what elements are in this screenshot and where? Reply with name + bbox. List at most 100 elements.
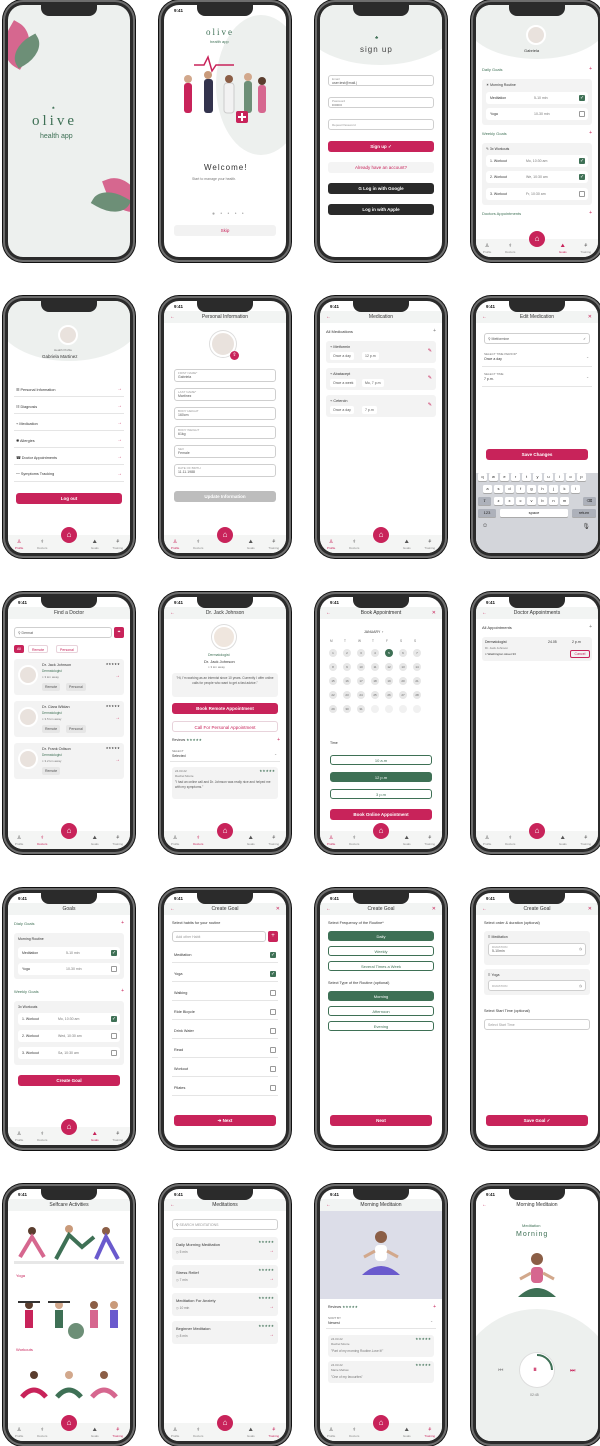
back-icon[interactable]: ← xyxy=(482,1199,487,1211)
type-option[interactable]: Afternoon xyxy=(328,1006,434,1016)
key-k[interactable]: k xyxy=(560,485,569,493)
pager-dots[interactable]: ● • • • • xyxy=(212,211,246,217)
edit-icon[interactable]: ✎ xyxy=(428,402,432,408)
close-icon[interactable]: ✕ xyxy=(432,607,436,619)
tab-goals[interactable]: ⛰ Goals xyxy=(559,835,567,846)
review-sort-select[interactable]: SELECT Selected ⌄ xyxy=(170,748,280,762)
tab-goals[interactable]: ⛰ Goals xyxy=(247,835,255,846)
close-icon[interactable]: ✕ xyxy=(276,903,280,915)
tab-doctors[interactable]: ⚕ Doctors xyxy=(193,539,203,550)
home-button[interactable]: ⌂ xyxy=(373,527,389,543)
calendar-day[interactable]: 3 xyxy=(357,649,365,657)
goal-checkbox[interactable]: ✓ xyxy=(579,95,585,101)
tab-doctors[interactable]: ⚕ Doctors xyxy=(37,1427,47,1438)
key-u[interactable]: u xyxy=(544,473,553,481)
tab-profile[interactable]: ♙ Profile xyxy=(327,1427,336,1438)
calendar-day[interactable]: 29 xyxy=(329,705,337,713)
arrow-right-icon[interactable]: → xyxy=(115,673,120,679)
key-s[interactable]: s xyxy=(494,485,503,493)
previous-icon[interactable]: ⏮ xyxy=(498,1368,503,1375)
close-icon[interactable]: ✕ xyxy=(588,311,592,323)
review-sort-select[interactable]: SORT BY Newest ⌄ xyxy=(326,1315,436,1329)
info-field[interactable]: LAST NAME* Martinez xyxy=(174,388,276,401)
back-icon[interactable]: ← xyxy=(482,903,487,915)
add-review-icon[interactable]: + xyxy=(277,737,280,743)
key-f[interactable]: f xyxy=(516,485,525,493)
tab-goals[interactable]: ⛰ Goals xyxy=(403,539,411,550)
calendar-day[interactable]: 22 xyxy=(329,691,337,699)
tab-doctors[interactable]: ⚕ Doctors xyxy=(37,835,47,846)
calendar-day[interactable]: 8 xyxy=(329,663,337,671)
email-field[interactable]: Email user.test@mail.| xyxy=(328,75,434,86)
start-time-field[interactable]: Select Start Time xyxy=(484,1019,590,1030)
shift-key-icon[interactable]: ⇧ xyxy=(478,497,491,505)
backspace-key-icon[interactable]: ⌫ xyxy=(583,497,596,505)
tab-profile[interactable]: ♙ Profile xyxy=(171,835,180,846)
goal-checkbox[interactable]: ✓ xyxy=(579,174,585,180)
key-p[interactable]: p xyxy=(577,473,586,481)
add-icon[interactable]: + xyxy=(121,988,124,994)
key-x[interactable]: x xyxy=(505,497,514,505)
tab-doctors[interactable]: ⚕ Doctors xyxy=(193,835,203,846)
habit-checkbox[interactable] xyxy=(270,1028,276,1034)
tab-profile[interactable]: ♙ Profile xyxy=(483,243,492,254)
tab-goals[interactable]: ⛰ Goals xyxy=(91,539,99,550)
back-icon[interactable]: ← xyxy=(326,1199,331,1211)
update-button[interactable]: Update Information xyxy=(174,491,276,502)
medication-name-field[interactable]: ⚲ Metformine ✓ xyxy=(484,333,590,344)
filter-chip[interactable]: Personal xyxy=(56,645,78,653)
home-button[interactable]: ⌂ xyxy=(61,1415,77,1431)
key-y[interactable]: y xyxy=(533,473,542,481)
calendar-day[interactable]: 20 xyxy=(399,677,407,685)
info-field[interactable]: FIRST NAME* Gabriela xyxy=(174,369,276,382)
tab-profile[interactable]: ♙ Profile xyxy=(15,1131,24,1142)
close-icon[interactable]: ✕ xyxy=(588,903,592,915)
space-key[interactable]: space xyxy=(500,509,568,517)
habit-checkbox[interactable] xyxy=(270,1047,276,1053)
edit-icon[interactable]: ✎ xyxy=(428,375,432,381)
goal-checkbox[interactable] xyxy=(111,1033,117,1039)
key-t[interactable]: t xyxy=(522,473,531,481)
tab-goals[interactable]: ⛰ Goals xyxy=(403,1427,411,1438)
save-goal-button[interactable]: Save Goal ✓ xyxy=(486,1115,588,1126)
add-icon[interactable]: + xyxy=(121,920,124,926)
tab-training[interactable]: ⚘ Training xyxy=(424,539,435,550)
calendar-day[interactable]: 18 xyxy=(371,677,379,685)
tab-training[interactable]: ⚘ Training xyxy=(112,539,123,550)
goal-checkbox[interactable] xyxy=(111,966,117,972)
location-icon[interactable]: ⌖ xyxy=(114,627,124,638)
tab-training[interactable]: ⚘ Training xyxy=(112,1427,123,1438)
home-button[interactable]: ⌂ xyxy=(373,823,389,839)
back-icon[interactable]: ← xyxy=(326,311,331,323)
add-icon[interactable]: + xyxy=(433,328,436,334)
key-w[interactable]: w xyxy=(489,473,498,481)
goal-checkbox[interactable]: ✓ xyxy=(111,950,117,956)
home-button[interactable]: ⌂ xyxy=(61,823,77,839)
tab-doctors[interactable]: ⚕ Doctors xyxy=(505,243,515,254)
duration-field[interactable]: DURATION ◷ xyxy=(488,980,586,991)
key-v[interactable]: v xyxy=(527,497,536,505)
calendar-day[interactable]: 31 xyxy=(357,705,365,713)
tab-doctors[interactable]: ⚕ Doctors xyxy=(37,539,47,550)
goal-checkbox[interactable]: ✓ xyxy=(111,1016,117,1022)
habit-row[interactable]: Workout xyxy=(172,1063,278,1077)
back-icon[interactable]: ← xyxy=(482,607,487,619)
tab-training[interactable]: ⚘ Training xyxy=(580,835,591,846)
home-button[interactable]: ⌂ xyxy=(61,1119,77,1135)
key-i[interactable]: i xyxy=(555,473,564,481)
calendar-day[interactable]: 14 xyxy=(413,663,421,671)
tab-doctors[interactable]: ⚕ Doctors xyxy=(349,1427,359,1438)
tab-profile[interactable]: ♙ Profile xyxy=(15,539,24,550)
doctor-search-input[interactable]: ⚲ Dermat xyxy=(14,627,112,638)
tab-goals[interactable]: ⛰ Goals xyxy=(247,1427,255,1438)
filter-chip[interactable]: All xyxy=(14,645,24,653)
profile-menu-item[interactable]: ✺ Allergies → xyxy=(14,434,124,448)
logout-button[interactable]: Log out xyxy=(16,493,122,504)
tab-profile[interactable]: ♙ Profile xyxy=(327,835,336,846)
add-icon[interactable]: + xyxy=(589,66,592,72)
back-icon[interactable]: ← xyxy=(326,607,331,619)
pause-icon[interactable]: ⏸ xyxy=(533,1365,537,1375)
home-button[interactable]: ⌂ xyxy=(217,823,233,839)
tab-doctors[interactable]: ⚕ Doctors xyxy=(349,539,359,550)
tab-doctors[interactable]: ⚕ Doctors xyxy=(349,835,359,846)
